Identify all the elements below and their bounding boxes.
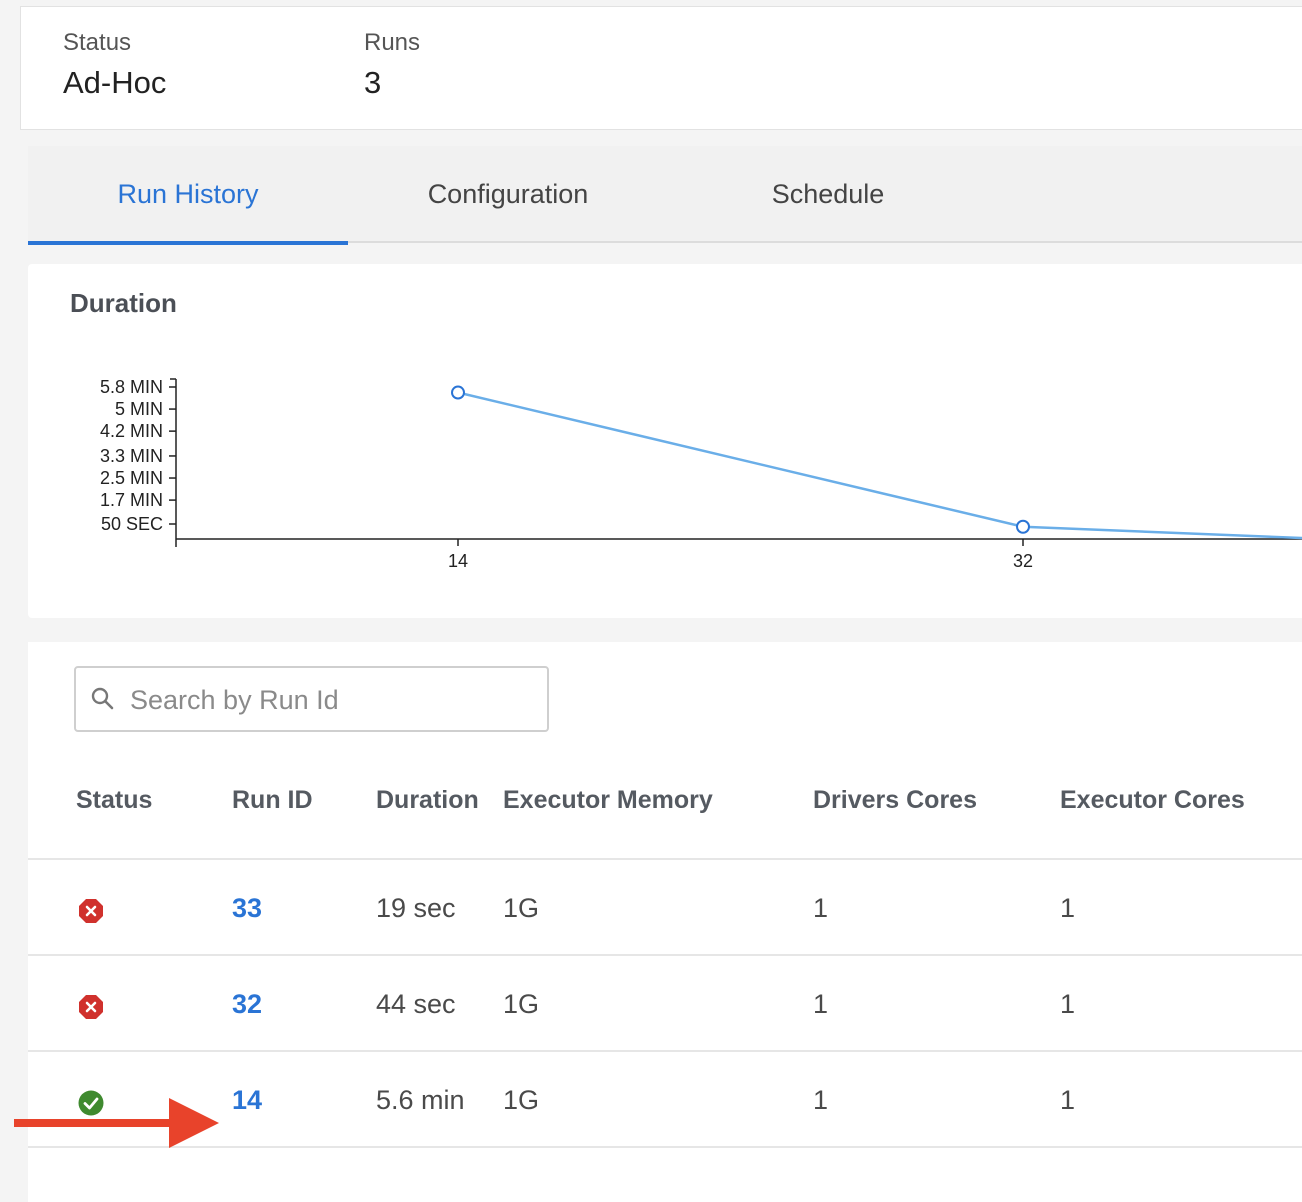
status-stat: Status Ad-Hoc [63,29,166,101]
error-octagon-icon [78,898,104,929]
table-row: 32 44 sec 1G 1 1 [28,956,1302,1052]
executor-cores-cell: 1 [1060,1085,1076,1115]
duration-point[interactable] [1016,519,1030,534]
duration-chart: 5.8 MIN5 MIN4.2 MIN 3.3 MIN2.5 MIN1.7 MIN… [100,377,1302,571]
duration-chart-card: Duration 5.8 MIN 5 MIN 4.2 MIN 3.3 MIN 2.5 M… [28,264,1302,618]
header-duration[interactable]: Duration [376,786,479,815]
status-value: Ad-Hoc [63,65,167,100]
y-tick-label: 5 MIN [115,399,163,419]
table-header: Status Run ID Duration Executor Memory D… [28,772,1302,860]
duration-cell: 44 sec [376,989,456,1019]
tab-schedule[interactable]: Schedule [668,146,988,243]
executor-memory-cell: 1G [503,1085,540,1115]
executor-cores-cell: 1 [1060,893,1076,923]
y-tick-label: 4.2 MIN [100,421,163,441]
x-tick-label: 32 [1013,551,1033,571]
duration-point[interactable] [451,385,465,400]
job-summary: Status Ad-Hoc Runs 3 [20,6,1302,130]
x-tick-label: 14 [448,551,468,571]
executor-memory-cell: 1G [503,893,540,923]
y-tick-label: 50 SEC [101,514,163,534]
y-tick-label: 1.7 MIN [100,490,163,510]
arrow-right-icon [14,1094,224,1155]
executor-memory-cell: 1G [503,989,540,1019]
y-tick-label: 5.8 MIN [100,377,163,397]
driver-cores-cell: 1 [813,1085,829,1115]
tab-bar: Run History Configuration Schedule [28,146,1302,245]
driver-cores-cell: 1 [813,989,829,1019]
header-status[interactable]: Status [76,786,152,815]
tab-configuration[interactable]: Configuration [348,146,668,243]
search-box[interactable] [74,666,549,732]
y-tick-label: 3.3 MIN [100,446,163,466]
search-input[interactable] [130,680,530,720]
run-id-link[interactable]: 14 [232,1085,262,1116]
tab-run-history[interactable]: Run History [28,146,348,245]
driver-cores-cell: 1 [813,893,829,923]
search-icon [90,686,116,717]
duration-series-line [457,391,1302,540]
runs-stat: Runs 3 [364,29,420,101]
run-id-link[interactable]: 33 [232,893,262,924]
header-executor-cores[interactable]: Executor Cores [1060,786,1245,815]
status-label: Status [63,29,132,56]
runs-label: Runs [364,29,421,56]
executor-cores-cell: 1 [1060,989,1076,1019]
header-executor-memory[interactable]: Executor Memory [503,786,713,815]
duration-cell: 5.6 min [376,1085,465,1115]
runs-value: 3 [364,65,382,100]
error-octagon-icon [78,994,104,1025]
y-tick-label: 2.5 MIN [100,468,163,488]
run-id-link[interactable]: 32 [232,989,262,1020]
header-drivers-cores[interactable]: Drivers Cores [813,786,977,815]
header-run-id[interactable]: Run ID [232,786,313,815]
table-row: 33 19 sec 1G 1 1 [28,860,1302,956]
duration-cell: 19 sec [376,893,456,923]
